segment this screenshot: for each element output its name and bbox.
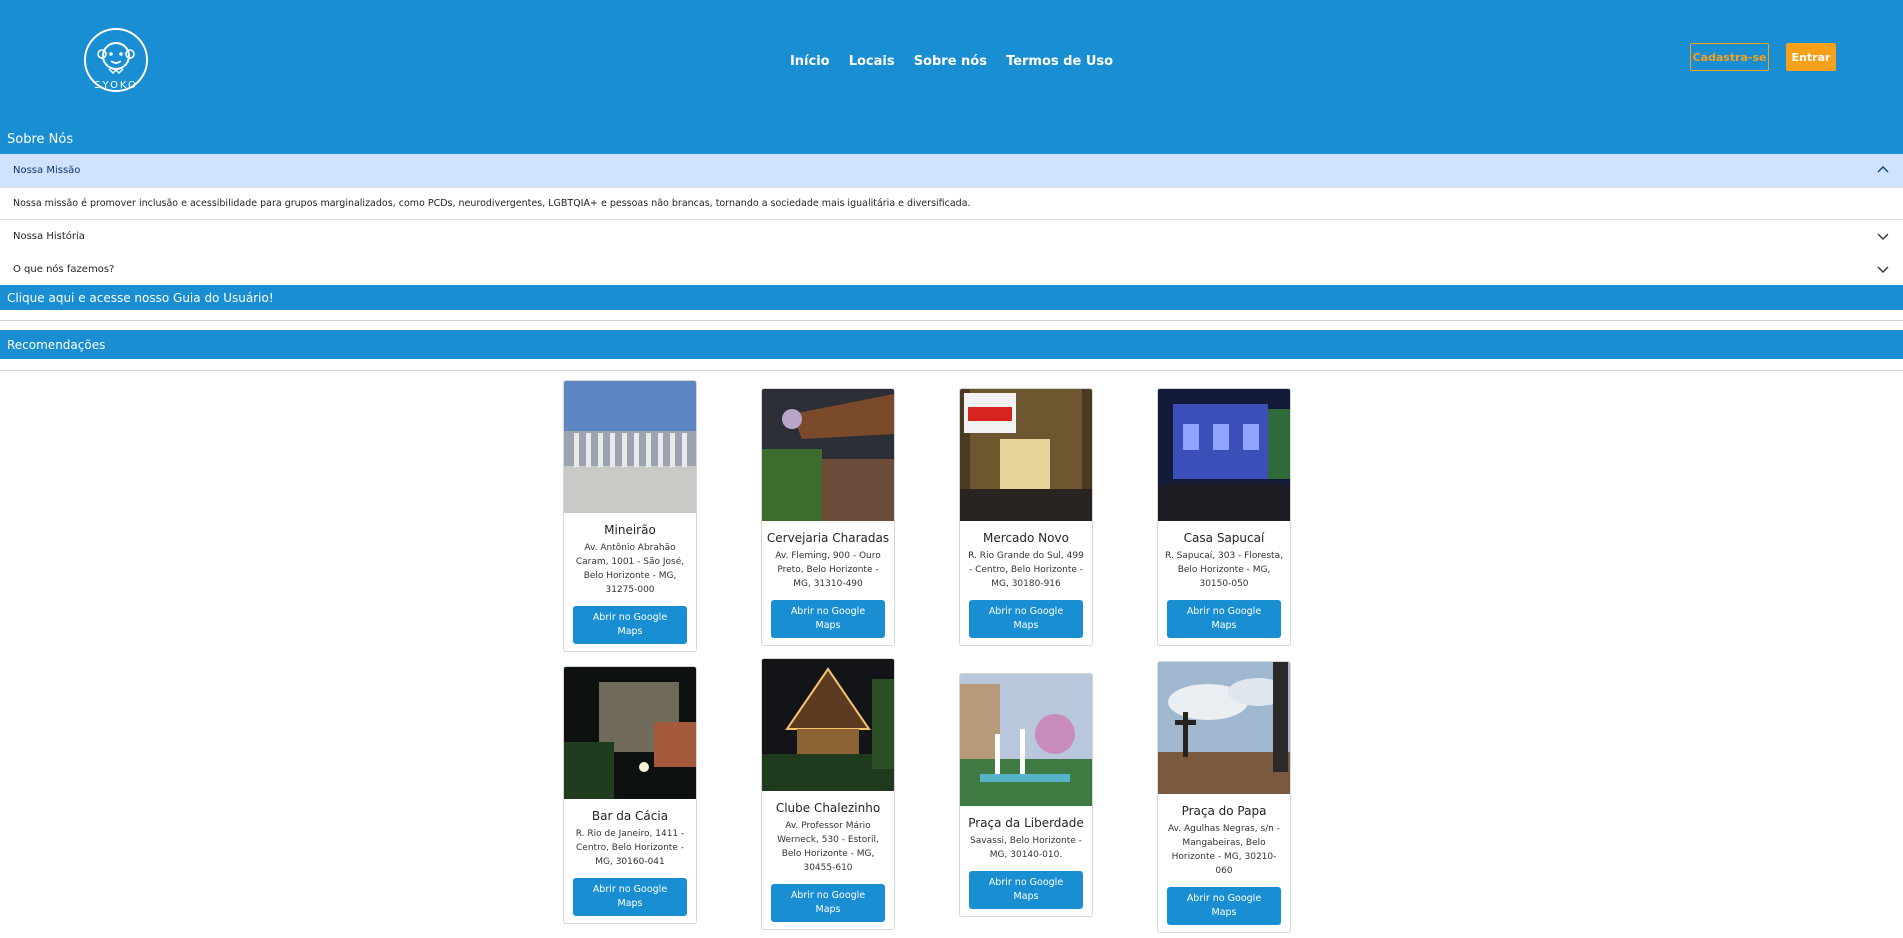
place-photo-mineirao — [564, 381, 696, 513]
accordion-item-what-we-do: O que nós fazemos? — [0, 253, 1903, 287]
place-card-casa-sapucai: Casa Sapucaí R. Sapucaí, 303 - Floresta,… — [1157, 388, 1291, 646]
accordion-item-history: Nossa História — [0, 220, 1903, 254]
site-header: SYOKO Início Locais Sobre nós Termos de … — [0, 0, 1903, 155]
place-address: R. Rio de Janeiro, 1411 - Centro, Belo H… — [575, 829, 685, 867]
signup-button[interactable]: Cadastra-se — [1690, 43, 1769, 71]
google-maps-button[interactable]: Abrir no Google Maps — [1167, 887, 1281, 925]
recommendations-title: Recomendações — [0, 330, 1903, 359]
accordion-header-history[interactable]: Nossa História — [0, 220, 1903, 253]
user-guide-link[interactable]: Clique aqui e acesse nosso Guia do Usuár… — [0, 285, 1903, 310]
place-photo-praca-do-papa — [1158, 662, 1290, 794]
place-photo-mercado-novo — [960, 389, 1092, 521]
place-address: Av. Fleming, 900 - Ouro Preto, Belo Hori… — [775, 551, 881, 589]
accordion-body-mission: Nossa missão é promover inclusão e acess… — [0, 187, 1903, 219]
google-maps-button[interactable]: Abrir no Google Maps — [1167, 600, 1281, 638]
place-name: Casa Sapucaí — [1183, 531, 1265, 545]
place-card-cervejaria-charadas: Cervejaria Charadas Av. Fleming, 900 - O… — [761, 388, 895, 646]
google-maps-button[interactable]: Abrir no Google Maps — [969, 600, 1083, 638]
place-name: Mercado Novo — [983, 531, 1069, 545]
nav-link-locais[interactable]: Locais — [849, 54, 895, 69]
place-name: Bar da Cácia — [591, 809, 669, 823]
google-maps-button[interactable]: Abrir no Google Maps — [771, 884, 885, 922]
accordion-header-what-we-do[interactable]: O que nós fazemos? — [0, 253, 1903, 286]
login-button[interactable]: Entrar — [1786, 43, 1836, 71]
google-maps-button[interactable]: Abrir no Google Maps — [771, 600, 885, 638]
chevron-down-icon — [1877, 233, 1889, 240]
place-name: Cervejaria Charadas — [766, 531, 890, 545]
place-address: R. Sapucaí, 303 - Floresta, Belo Horizon… — [1165, 551, 1283, 589]
logo-text: SYOKO — [94, 80, 138, 91]
place-card-praca-da-liberdade: Praça da Liberdade Savassi, Belo Horizon… — [959, 673, 1093, 917]
google-maps-button[interactable]: Abrir no Google Maps — [573, 878, 687, 916]
place-address: Av. Agulhas Negras, s/n - Mangabeiras, B… — [1168, 824, 1280, 876]
place-card-mineirao: Mineirão Av. Antônio Abrahão Caram, 1001… — [563, 380, 697, 652]
accordion-title: O que nós fazemos? — [13, 264, 115, 275]
place-address: Savassi, Belo Horizonte - MG, 30140-010. — [970, 836, 1082, 860]
google-maps-button[interactable]: Abrir no Google Maps — [969, 871, 1083, 909]
place-photo-bar-da-cacia — [564, 667, 696, 799]
google-maps-button[interactable]: Abrir no Google Maps — [573, 606, 687, 644]
chevron-up-icon — [1877, 166, 1889, 173]
divider — [0, 370, 1903, 371]
accordion-header-mission[interactable]: Nossa Missão — [0, 154, 1903, 187]
accordion-title: Nossa História — [13, 231, 85, 242]
place-name: Praça do Papa — [1181, 804, 1267, 818]
place-photo-cervejaria-charadas — [762, 389, 894, 521]
accordion-item-mission: Nossa Missão Nossa missão é promover inc… — [0, 154, 1903, 220]
about-section-title: Sobre Nós — [7, 132, 74, 147]
accordion-title: Nossa Missão — [13, 165, 81, 176]
divider — [0, 320, 1903, 321]
place-name: Clube Chalezinho — [775, 801, 881, 815]
place-name: Mineirão — [604, 523, 656, 537]
place-address: R. Rio Grande do Sul, 499 - Centro, Belo… — [968, 551, 1084, 589]
nav-link-sobre-nos[interactable]: Sobre nós — [914, 54, 987, 69]
nav-link-termos-de-uso[interactable]: Termos de Uso — [1006, 54, 1113, 69]
place-card-clube-chalezinho: Clube Chalezinho Av. Professor Mário Wer… — [761, 658, 895, 930]
place-address: Av. Professor Mário Werneck, 530 - Estor… — [777, 821, 879, 873]
place-photo-clube-chalezinho — [762, 659, 894, 791]
place-name: Praça da Liberdade — [968, 816, 1084, 830]
nav-link-inicio[interactable]: Início — [790, 54, 830, 69]
place-photo-casa-sapucai — [1158, 389, 1290, 521]
place-address: Av. Antônio Abrahão Caram, 1001 - São Jo… — [575, 543, 685, 595]
place-photo-praca-da-liberdade — [960, 674, 1092, 806]
place-card-mercado-novo: Mercado Novo R. Rio Grande do Sul, 499 -… — [959, 388, 1093, 646]
chevron-down-icon — [1877, 266, 1889, 273]
place-card-praca-do-papa: Praça do Papa Av. Agulhas Negras, s/n - … — [1157, 661, 1291, 933]
place-card-bar-da-cacia: Bar da Cácia R. Rio de Janeiro, 1411 - C… — [563, 666, 697, 924]
main-nav: Início Locais Sobre nós Termos de Uso — [0, 50, 1903, 69]
